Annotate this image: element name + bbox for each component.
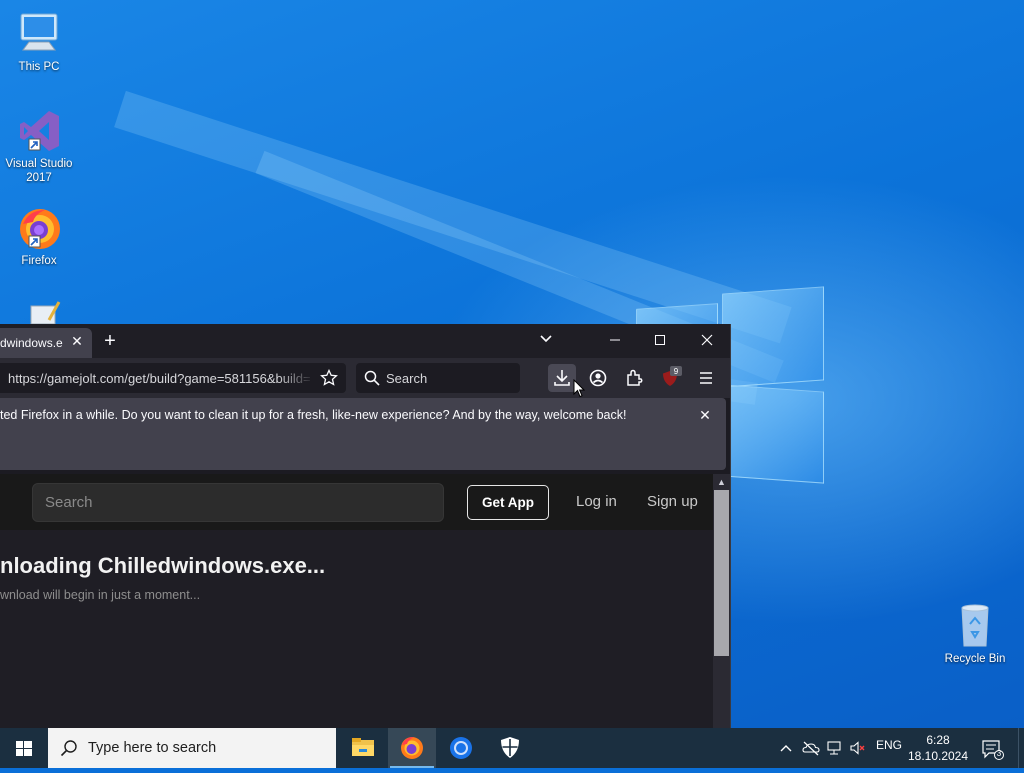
signup-link[interactable]: Sign up <box>647 493 698 510</box>
puzzle-icon <box>627 369 643 386</box>
search-placeholder: Search <box>386 371 428 386</box>
show-desktop-button[interactable] <box>1018 728 1024 768</box>
account-button[interactable] <box>584 364 612 392</box>
page-scrollbar[interactable]: ▲ <box>713 474 730 728</box>
ublock-shield-icon: 9 <box>663 366 682 386</box>
download-subtext: wnload will begin in just a moment... <box>0 588 201 602</box>
desktop-icon-recycle-bin[interactable]: Recycle Bin <box>936 602 1014 666</box>
app-menu-button[interactable] <box>692 364 720 392</box>
notification-close-icon[interactable]: ✕ <box>698 408 712 422</box>
file-explorer-icon <box>352 738 374 756</box>
downloads-button[interactable] <box>548 364 576 392</box>
taskbar: Type here to search ENG 6:28 18.10.2024 … <box>0 728 1024 768</box>
mouse-cursor-icon <box>573 379 585 398</box>
action-center-button[interactable]: 3 <box>980 738 1004 760</box>
extensions-button[interactable] <box>620 364 648 392</box>
start-button[interactable] <box>0 728 48 768</box>
windows-start-icon <box>16 741 32 756</box>
notification-count-badge: 3 <box>996 749 1002 758</box>
new-tab-button[interactable]: + <box>100 331 120 352</box>
clock-date: 18.10.2024 <box>907 749 969 763</box>
site-search-input[interactable]: Search <box>32 483 444 522</box>
recycle-bin-icon <box>951 602 999 650</box>
list-all-tabs-button[interactable] <box>531 328 561 354</box>
clock[interactable]: 6:28 18.10.2024 <box>905 732 971 764</box>
security-shield-icon <box>501 737 519 758</box>
url-text[interactable]: https://gamejolt.com/get/build?game=5811… <box>8 371 314 386</box>
desktop-icon-label: Recycle Bin <box>944 653 1006 665</box>
scroll-thumb[interactable] <box>714 490 729 656</box>
notification-message: ted Firefox in a while. Do you want to c… <box>0 408 627 422</box>
taskbar-search-box[interactable]: Type here to search <box>48 728 336 768</box>
taskbar-search-placeholder: Type here to search <box>88 740 217 756</box>
download-icon <box>554 370 570 386</box>
firefox-icon <box>15 204 63 252</box>
taskbar-file-explorer[interactable] <box>339 728 387 768</box>
site-search-placeholder: Search <box>45 494 93 511</box>
hamburger-menu-icon <box>700 372 712 384</box>
site-header: Search Get App Log in Sign up <box>0 474 713 530</box>
taskbar-firefox[interactable] <box>388 728 436 768</box>
address-bar[interactable]: https://gamejolt.com/get/build?game=5811… <box>0 363 346 393</box>
firefox-icon <box>401 737 423 759</box>
this-pc-icon <box>15 10 63 58</box>
scroll-up-arrow-icon[interactable]: ▲ <box>713 476 730 488</box>
search-icon <box>364 370 380 386</box>
taskbar-chromium[interactable] <box>437 728 485 768</box>
maximize-button[interactable] <box>645 328 675 354</box>
search-icon <box>60 740 77 757</box>
login-link[interactable]: Log in <box>576 493 617 510</box>
bookmark-star-icon[interactable] <box>320 369 338 387</box>
clock-time: 6:28 <box>926 733 950 747</box>
taskbar-security[interactable] <box>486 728 534 768</box>
chromium-icon <box>450 737 472 759</box>
refresh-firefox-notification: ted Firefox in a while. Do you want to c… <box>0 398 726 470</box>
page-content: Search Get App Log in Sign up nloading C… <box>0 474 713 728</box>
download-heading: nloading Chilledwindows.exe... <box>0 553 326 578</box>
close-icon <box>701 334 713 346</box>
navigation-toolbar: https://gamejolt.com/get/build?game=5811… <box>0 358 730 398</box>
tab-chilledwindows[interactable]: dwindows.e ✕ <box>0 328 92 358</box>
language-indicator[interactable]: ENG <box>876 738 902 752</box>
firefox-window: dwindows.e ✕ + https://gamejolt.com/get/… <box>0 324 731 728</box>
show-hidden-icons-chevron-icon[interactable] <box>778 740 794 756</box>
search-bar[interactable]: Search <box>356 363 520 393</box>
visual-studio-icon <box>15 107 63 155</box>
close-window-button[interactable] <box>692 328 722 354</box>
extension-badge-count: 9 <box>674 367 679 376</box>
maximize-icon <box>655 335 665 345</box>
desktop-icon-label: Visual Studio 2017 <box>5 158 73 184</box>
desktop-icon-visual-studio[interactable]: Visual Studio 2017 <box>0 107 78 185</box>
desktop-icon-this-pc[interactable]: This PC <box>0 10 78 74</box>
tab-title: dwindows.e <box>0 336 63 350</box>
chevron-down-icon <box>540 335 552 343</box>
desktop-icon-firefox[interactable]: Firefox <box>0 204 78 268</box>
account-icon <box>589 369 607 387</box>
desktop-icon-label: This PC <box>18 61 60 73</box>
get-app-button[interactable]: Get App <box>467 485 549 520</box>
onedrive-offline-icon[interactable] <box>802 740 820 756</box>
ublock-extension-button[interactable]: 9 <box>656 364 684 392</box>
volume-muted-icon[interactable] <box>849 740 867 756</box>
tab-strip: dwindows.e ✕ + <box>0 324 730 358</box>
minimize-icon <box>610 339 620 341</box>
desktop-icon-label: Firefox <box>21 255 57 267</box>
network-icon[interactable] <box>826 740 844 756</box>
tab-close-icon[interactable]: ✕ <box>70 334 84 348</box>
minimize-button[interactable] <box>600 328 630 354</box>
